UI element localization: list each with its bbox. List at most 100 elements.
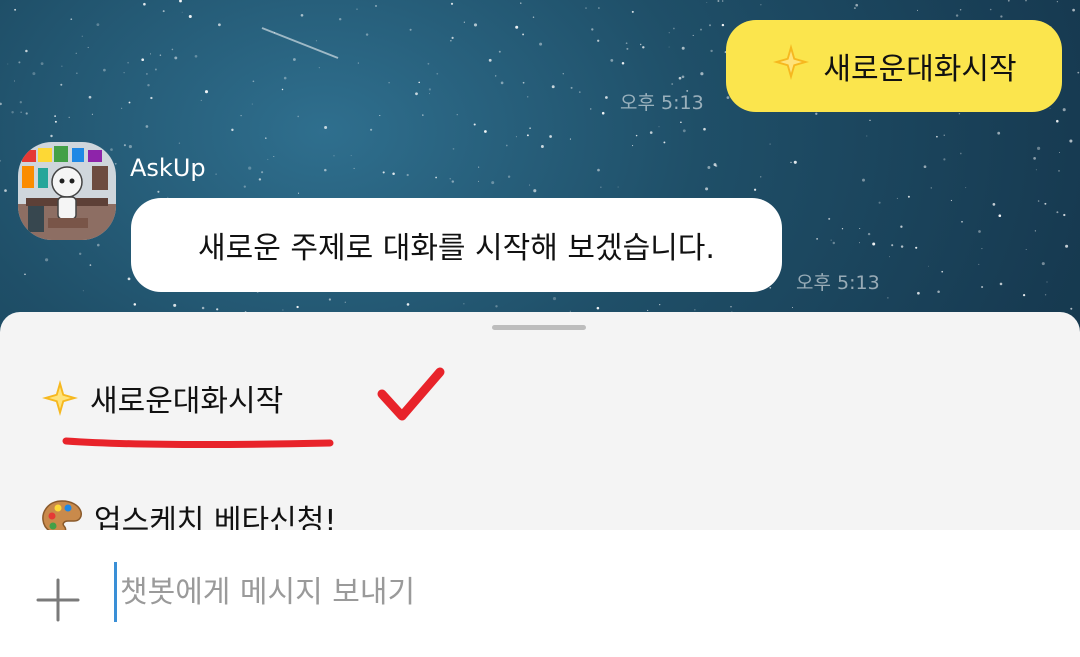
star [25, 112, 28, 115]
star [1033, 157, 1036, 160]
star [162, 10, 165, 13]
star [539, 42, 543, 46]
my-message-bubble[interactable]: 새로운대화시작 [726, 20, 1062, 112]
star [50, 134, 53, 138]
star [753, 188, 757, 191]
star [681, 75, 685, 79]
star [959, 9, 962, 11]
checkmark-icon [377, 367, 445, 421]
star [292, 58, 296, 61]
plus-icon[interactable] [34, 576, 82, 624]
bot-avatar[interactable] [18, 142, 116, 240]
star [815, 112, 818, 115]
star [179, 0, 182, 3]
star [668, 46, 670, 48]
star [1056, 119, 1059, 123]
star [943, 158, 946, 161]
star [703, 127, 706, 131]
star [128, 145, 132, 149]
star [828, 217, 831, 220]
star [14, 8, 17, 11]
star [150, 96, 153, 100]
star [981, 285, 984, 289]
star [388, 82, 390, 84]
star [133, 303, 137, 306]
star [382, 171, 385, 174]
star [1069, 139, 1073, 143]
star [379, 115, 381, 116]
star [154, 68, 157, 71]
star [91, 113, 93, 115]
message-input[interactable] [114, 562, 1020, 622]
star [435, 176, 437, 179]
star [896, 197, 898, 199]
quick-reply-new-chat[interactable]: 새로운대화시작 [40, 376, 283, 420]
star [89, 264, 92, 266]
star [522, 33, 525, 36]
star [218, 23, 221, 27]
star [663, 141, 666, 144]
star [121, 107, 123, 109]
star [324, 168, 327, 172]
star [157, 190, 160, 193]
sheet-drag-handle[interactable] [492, 325, 586, 330]
star [344, 301, 346, 303]
star [639, 43, 642, 46]
star [790, 161, 792, 164]
star [87, 46, 89, 49]
star [375, 5, 377, 7]
star [452, 148, 455, 150]
star [507, 175, 511, 178]
star [194, 54, 198, 58]
star [862, 178, 865, 182]
star [273, 32, 275, 34]
star [605, 96, 608, 99]
star [273, 155, 275, 158]
star [243, 185, 246, 188]
star [1056, 1, 1058, 3]
star [927, 265, 930, 267]
star [1025, 248, 1027, 251]
star [915, 246, 918, 249]
star [515, 136, 517, 138]
star [240, 114, 242, 117]
star [97, 243, 100, 247]
bot-message-text: 새로운 주제로 대화를 시작해 보겠습니다. [198, 231, 715, 266]
star [598, 7, 600, 9]
star [760, 4, 762, 6]
star [647, 309, 649, 311]
star [297, 192, 300, 194]
star [552, 297, 557, 301]
star [114, 162, 117, 165]
star [7, 63, 9, 65]
star [188, 14, 192, 19]
star [658, 126, 660, 128]
sparkle-icon [40, 378, 80, 418]
star [427, 62, 430, 65]
star [705, 187, 709, 191]
star [682, 129, 686, 133]
star [200, 99, 202, 101]
star [488, 58, 492, 62]
star [409, 28, 412, 31]
star [526, 134, 529, 137]
star [1059, 152, 1061, 153]
star [61, 65, 63, 67]
star [350, 155, 352, 157]
star [1058, 170, 1060, 172]
star [127, 61, 129, 64]
star [478, 180, 480, 182]
bot-message-bubble[interactable]: 새로운 주제로 대화를 시작해 보겠습니다. [131, 198, 782, 292]
star [128, 101, 131, 104]
star [678, 76, 682, 80]
star [498, 50, 501, 53]
star [365, 33, 369, 36]
star [917, 291, 920, 295]
star [88, 95, 92, 99]
star [422, 114, 424, 116]
star [18, 61, 21, 64]
star [853, 7, 856, 10]
star [333, 155, 335, 157]
star [978, 230, 981, 233]
my-message-time: 오후 5:13 [620, 92, 704, 114]
